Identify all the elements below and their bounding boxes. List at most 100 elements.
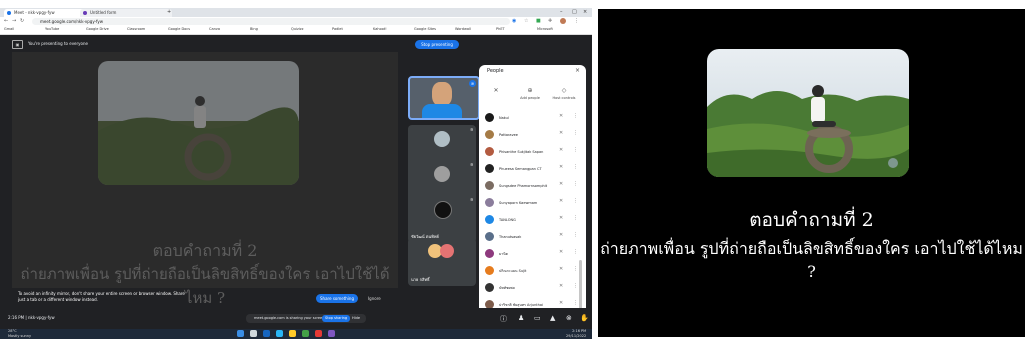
more-options-icon[interactable]: ⋮ <box>573 266 578 272</box>
browser-menu-icon[interactable]: ⋮ <box>574 18 579 24</box>
maximize-icon[interactable]: □ <box>572 9 577 15</box>
back-icon[interactable]: ← <box>4 18 8 24</box>
forward-icon[interactable]: → <box>12 18 16 24</box>
participant-tile-4[interactable]: ᵴ ชัยวัฒน์ ตนทิพย์ <box>408 195 476 243</box>
participant-row[interactable]: ปกิณกะแมน Sujit ✕ ⋮ <box>485 266 581 276</box>
hide-notice-button[interactable]: Hide <box>352 314 360 323</box>
more-options-icon[interactable]: ⋮ <box>573 300 578 306</box>
raise-hand-icon[interactable]: ✋ <box>580 314 589 322</box>
bookmark-item[interactable]: Google Sites <box>414 27 436 31</box>
more-options-icon[interactable]: ⋮ <box>573 181 578 187</box>
mic-off-icon[interactable]: ✕ <box>559 164 563 170</box>
host-controls-button[interactable]: ◇ Host controls <box>549 87 579 100</box>
file-explorer-icon[interactable] <box>289 330 296 337</box>
new-tab-icon[interactable]: + <box>167 9 171 15</box>
browser-tab-meet[interactable]: Meet - nkk-vpgy-fyw <box>4 9 86 17</box>
activities-icon[interactable]: ▲ <box>550 314 555 322</box>
mute-all-button[interactable]: ✕ <box>481 87 511 100</box>
bookmark-item[interactable]: Bing <box>250 27 258 31</box>
participant-row[interactable]: Nakul ✕ ⋮ <box>485 113 581 123</box>
close-panel-icon[interactable]: × <box>575 67 580 74</box>
more-options-icon[interactable]: ⋮ <box>573 215 578 221</box>
url-field[interactable]: meet.google.com/nkk-vpgy-fyw <box>32 18 510 25</box>
more-options-icon[interactable]: ⋮ <box>573 147 578 153</box>
more-options-icon[interactable]: ⋮ <box>573 113 578 119</box>
profile-avatar[interactable] <box>560 18 566 24</box>
bookmark-item[interactable]: Kahoot! <box>373 27 387 31</box>
app-icon-purple[interactable] <box>328 330 335 337</box>
mic-off-icon[interactable]: ✕ <box>559 249 563 255</box>
participant-tile-self[interactable]: ≋ <box>408 76 480 120</box>
mic-off-icon[interactable]: ✕ <box>559 283 563 289</box>
bookmark-item[interactable]: Quizizz <box>291 27 303 31</box>
panel-scrollbar[interactable] <box>579 260 582 310</box>
participant-row[interactable]: Pattaravee ✕ ⋮ <box>485 130 581 140</box>
participant-row[interactable]: Thanutsasak ✕ ⋮ <box>485 232 581 242</box>
minimize-icon[interactable]: – <box>560 9 563 15</box>
more-options-icon[interactable]: ⋮ <box>573 283 578 289</box>
bookmark-item[interactable]: Canva <box>209 27 220 31</box>
info-icon[interactable]: ⓘ <box>500 314 507 324</box>
browser-titlebar: Meet - nkk-vpgy-fyw Untitled form + – □ … <box>0 8 592 17</box>
weather-widget[interactable]: 28°C Mostly sunny <box>8 329 31 339</box>
stop-presenting-button[interactable]: Stop presenting <box>415 40 459 49</box>
share-something-button[interactable]: Share something <box>316 294 358 303</box>
mic-off-icon[interactable]: ✕ <box>559 113 563 119</box>
host-lock-icon[interactable]: ⊗ <box>566 314 572 322</box>
edge-icon[interactable] <box>276 330 283 337</box>
participant-tile-5[interactable]: นาย กสิทธิ์ <box>408 238 476 286</box>
star-icon[interactable]: ☆ <box>524 18 528 24</box>
start-icon[interactable] <box>237 330 244 337</box>
cast-icon[interactable]: ◉ <box>512 18 516 24</box>
taskbar-clock[interactable]: 2:16 PM 29/11/2022 <box>566 329 586 339</box>
mic-off-icon[interactable]: ✕ <box>559 300 563 306</box>
participant-row[interactable]: Sunyaporn Kaewmam ✕ ⋮ <box>485 198 581 208</box>
browser-tab-form[interactable]: Untitled form <box>80 9 172 17</box>
participant-row[interactable]: TANLONG ✕ ⋮ <box>485 215 581 225</box>
close-window-icon[interactable]: × <box>583 9 587 15</box>
more-options-icon[interactable]: ⋮ <box>573 164 578 170</box>
bookmark-item[interactable]: YouTube <box>45 27 59 31</box>
chat-icon[interactable]: ▭ <box>534 314 541 322</box>
more-options-icon[interactable]: ⋮ <box>573 249 578 255</box>
stop-sharing-button[interactable]: Stop sharing <box>322 315 351 322</box>
bookmark-item[interactable]: Padlet <box>332 27 343 31</box>
mic-off-icon[interactable]: ✕ <box>559 147 563 153</box>
reload-icon[interactable]: ↻ <box>20 18 24 24</box>
extension-icon[interactable]: ■ <box>536 18 541 24</box>
participant-avatar-2 <box>440 244 454 258</box>
add-people-button[interactable]: ⊕ Add people <box>515 87 545 100</box>
chrome-icon[interactable] <box>302 330 309 337</box>
bookmark-item[interactable]: Google Drive <box>86 27 109 31</box>
bookmark-item[interactable]: Wordwall <box>455 27 471 31</box>
bookmark-item[interactable]: Microsoft <box>537 27 553 31</box>
mic-off-icon[interactable]: ✕ <box>559 181 563 187</box>
app-icon-red[interactable] <box>315 330 322 337</box>
bookmark-item[interactable]: Classroom <box>127 27 145 31</box>
participant-row[interactable]: มานิต ✕ ⋮ <box>485 249 581 259</box>
more-options-icon[interactable]: ⋮ <box>573 198 578 204</box>
search-icon[interactable] <box>250 330 257 337</box>
participant-row[interactable]: นัทท์ชยพล ✕ ⋮ <box>485 283 581 293</box>
ignore-button[interactable]: Ignore <box>368 294 381 303</box>
participant-row[interactable]: Phisanthe Sukjitak Sapan ✕ ⋮ <box>485 147 581 157</box>
bookmark-item[interactable]: PhET <box>496 27 505 31</box>
mic-off-icon[interactable]: ✕ <box>559 232 563 238</box>
bookmark-item[interactable]: Gmail <box>4 27 14 31</box>
people-panel-title: People <box>487 68 504 74</box>
bookmark-item[interactable]: Google Docs <box>168 27 190 31</box>
task-view-icon[interactable] <box>263 330 270 337</box>
more-options-icon[interactable]: ⋮ <box>573 130 578 136</box>
mic-off-icon[interactable]: ✕ <box>559 266 563 272</box>
participant-name: Pattaravee <box>499 133 518 137</box>
extensions-puzzle-icon[interactable]: ✚ <box>548 18 552 24</box>
mic-off-icon[interactable]: ✕ <box>559 215 563 221</box>
participant-row[interactable]: Phueesa Semangpan CT ✕ ⋮ <box>485 164 581 174</box>
mic-off-icon[interactable]: ✕ <box>559 198 563 204</box>
people-icon[interactable]: ♟ <box>518 314 524 322</box>
more-options-icon[interactable]: ⋮ <box>573 232 578 238</box>
participant-avatar <box>434 166 450 182</box>
presenting-label: You're presenting to everyone <box>28 41 88 46</box>
participant-row[interactable]: Sungsdee Phamornsomphit ✕ ⋮ <box>485 181 581 191</box>
mic-off-icon[interactable]: ✕ <box>559 130 563 136</box>
